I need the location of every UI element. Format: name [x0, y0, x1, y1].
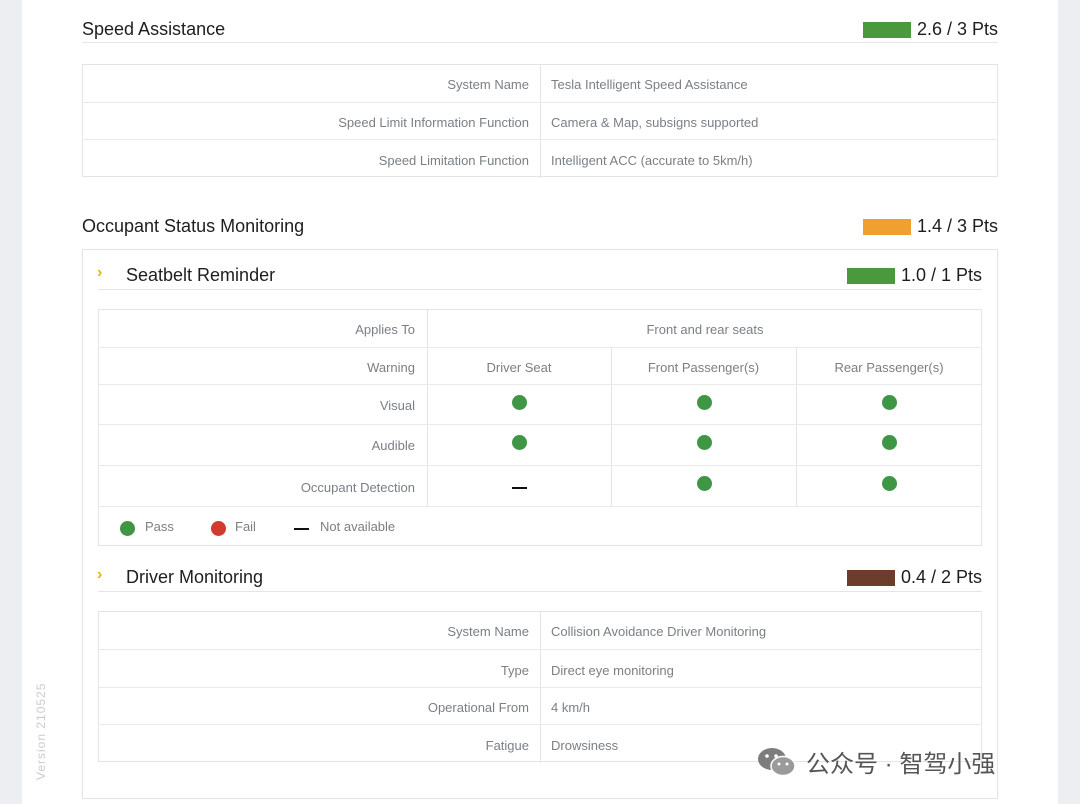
row-label: System Name	[447, 624, 529, 639]
speed-assistance-title: Speed Assistance	[82, 19, 226, 39]
row-value: Direct eye monitoring	[551, 663, 674, 678]
score-text: 0.4 / 2 Pts	[900, 567, 982, 587]
not-available-legend-label: Not available	[320, 519, 396, 534]
table-row: Occupant Detection	[99, 465, 981, 507]
row-label: Operational From	[427, 700, 529, 715]
row-value: Camera & Map, subsigns supported	[551, 115, 759, 130]
row-label: Fatigue	[485, 738, 529, 753]
seatbelt-reminder-score: 1.0 / 1 Pts	[846, 265, 982, 286]
table-row: System Name Tesla Intelligent Speed Assi…	[83, 65, 997, 102]
wechat-icon	[758, 747, 796, 776]
table-row: Operational From 4 km/h	[99, 687, 981, 725]
row-label: Type	[500, 663, 529, 678]
not-available-legend-icon	[294, 528, 309, 530]
table-row: Audible	[99, 424, 981, 466]
row-label: Speed Limitation Function	[378, 153, 529, 168]
pass-indicator	[882, 395, 897, 410]
driver-monitoring-title[interactable]: Driver Monitoring	[126, 567, 263, 588]
table-row: Visual	[99, 384, 981, 425]
divider	[98, 289, 982, 290]
row-label: Applies To	[355, 322, 415, 337]
fail-legend-icon	[211, 521, 226, 536]
watermark: 公众号 · 智驾小强	[756, 744, 995, 779]
row-label: Occupant Detection	[300, 480, 415, 495]
row-value: Intelligent ACC (accurate to 5km/h)	[551, 153, 753, 168]
row-label: Speed Limit Information Function	[338, 115, 529, 130]
pass-indicator	[697, 435, 712, 450]
row-label: System Name	[447, 77, 529, 92]
pass-indicator	[882, 476, 897, 491]
pass-legend-label: Pass	[145, 519, 174, 534]
column-header: Front Passenger(s)	[647, 360, 760, 375]
row-label: Audible	[371, 438, 415, 453]
divider	[98, 591, 982, 592]
seatbelt-table: Applies To Front and rear seats Warning …	[98, 309, 982, 546]
column-header: Driver Seat	[486, 360, 552, 375]
pass-indicator	[697, 476, 712, 491]
driver-monitoring-score: 0.4 / 2 Pts	[846, 567, 982, 588]
table-row: Applies To Front and rear seats	[99, 310, 981, 347]
table-row: Warning Driver Seat Front Passenger(s) R…	[99, 347, 981, 385]
legend-row: Pass Fail Not available	[99, 506, 981, 547]
row-label: Warning	[367, 360, 415, 375]
chevron-right-icon[interactable]: ›	[97, 264, 102, 282]
row-value: 4 km/h	[551, 700, 591, 715]
fail-legend-label: Fail	[235, 519, 256, 534]
score-text: 1.0 / 1 Pts	[900, 265, 982, 285]
applies-to-value: Front and rear seats	[646, 322, 764, 337]
divider	[82, 42, 998, 43]
column-header: Rear Passenger(s)	[834, 360, 944, 375]
row-value: Collision Avoidance Driver Monitoring	[551, 624, 767, 639]
score-bar	[846, 267, 895, 284]
occupant-status-title: Occupant Status Monitoring	[82, 216, 305, 236]
score-text: 2.6 / 3 Pts	[916, 19, 998, 39]
pass-indicator	[512, 435, 527, 450]
version-label: Version 210525	[34, 682, 48, 780]
pass-indicator	[882, 435, 897, 450]
pass-legend-icon	[120, 521, 135, 536]
score-bar	[862, 21, 911, 38]
seatbelt-reminder-title[interactable]: Seatbelt Reminder	[126, 265, 275, 286]
pass-indicator	[697, 395, 712, 410]
speed-assistance-table: System Name Tesla Intelligent Speed Assi…	[82, 64, 998, 178]
score-text: 1.4 / 3 Pts	[916, 216, 998, 236]
driver-monitoring-table: System Name Collision Avoidance Driver M…	[98, 611, 982, 763]
watermark-text: 公众号 · 智驾小强	[806, 751, 996, 778]
not-available-indicator	[512, 487, 527, 489]
chevron-right-icon[interactable]: ›	[97, 566, 102, 584]
score-bar	[846, 569, 895, 586]
table-row: Speed Limit Information Function Camera …	[83, 102, 997, 140]
pass-indicator	[512, 395, 527, 410]
table-row: System Name Collision Avoidance Driver M…	[99, 612, 981, 649]
speed-assistance-score: 2.6 / 3 Pts	[862, 19, 998, 40]
table-row: Speed Limitation Function Intelligent AC…	[83, 139, 997, 177]
row-value: Tesla Intelligent Speed Assistance	[551, 77, 748, 92]
score-bar	[862, 218, 911, 235]
table-row: Type Direct eye monitoring	[99, 649, 981, 688]
row-value: Drowsiness	[551, 738, 619, 753]
occupant-status-score: 1.4 / 3 Pts	[862, 216, 998, 237]
row-label: Visual	[379, 398, 415, 413]
